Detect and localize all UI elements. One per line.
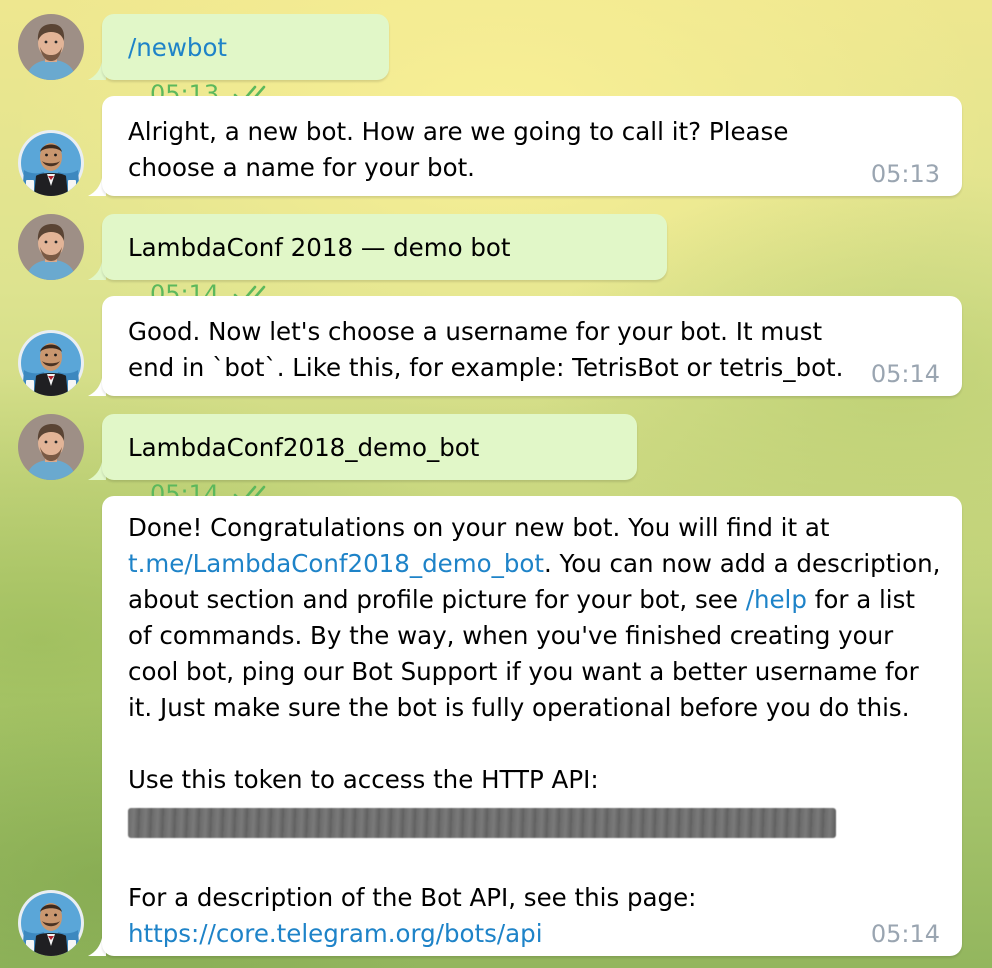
message-text: Good. Now let's choose a username for yo…: [128, 317, 844, 382]
message-text: LambdaConf 2018 — demo bot: [128, 233, 511, 262]
message-bubble-incoming[interactable]: Done! Congratulations on your new bot. Y…: [102, 496, 962, 956]
command-link[interactable]: /newbot: [128, 33, 227, 62]
message-time: 05:13: [870, 160, 940, 188]
message-bubble-outgoing[interactable]: LambdaConf2018_demo_bot 05:14: [102, 414, 637, 508]
user-avatar[interactable]: [18, 414, 84, 480]
message-time: 05:14: [870, 920, 940, 948]
message-bubble-outgoing[interactable]: LambdaConf 2018 — demo bot 05:14: [102, 214, 667, 308]
user-avatar[interactable]: [18, 14, 84, 80]
user-avatar[interactable]: [18, 214, 84, 280]
message-text: LambdaConf2018_demo_bot: [128, 433, 480, 462]
bot-api-link[interactable]: https://core.telegram.org/bots/api: [128, 919, 543, 948]
help-command-link[interactable]: /help: [746, 585, 807, 614]
message-meta: 05:14: [871, 920, 940, 948]
bot-link[interactable]: t.me/LambdaConf2018_demo_bot: [128, 549, 544, 578]
message-meta: 05:13: [871, 160, 940, 188]
botfather-avatar[interactable]: [18, 890, 84, 956]
message-meta: 05:14: [871, 360, 940, 388]
botfather-avatar[interactable]: [18, 330, 84, 396]
botfather-avatar[interactable]: [18, 130, 84, 196]
message-time: 05:14: [870, 360, 940, 388]
api-description-label: For a description of the Bot API, see th…: [128, 883, 697, 912]
message-bubble-incoming[interactable]: Good. Now let's choose a username for yo…: [102, 296, 962, 396]
message-text-part: Done! Congratulations on your new bot. Y…: [128, 513, 830, 542]
message-bubble-incoming[interactable]: Alright, a new bot. How are we going to …: [102, 96, 962, 196]
redacted-token: [128, 808, 836, 838]
token-label: Use this token to access the HTTP API:: [128, 765, 599, 794]
message-bubble-outgoing[interactable]: /newbot 05:13: [102, 14, 389, 108]
message-text: Alright, a new bot. How are we going to …: [128, 117, 789, 182]
